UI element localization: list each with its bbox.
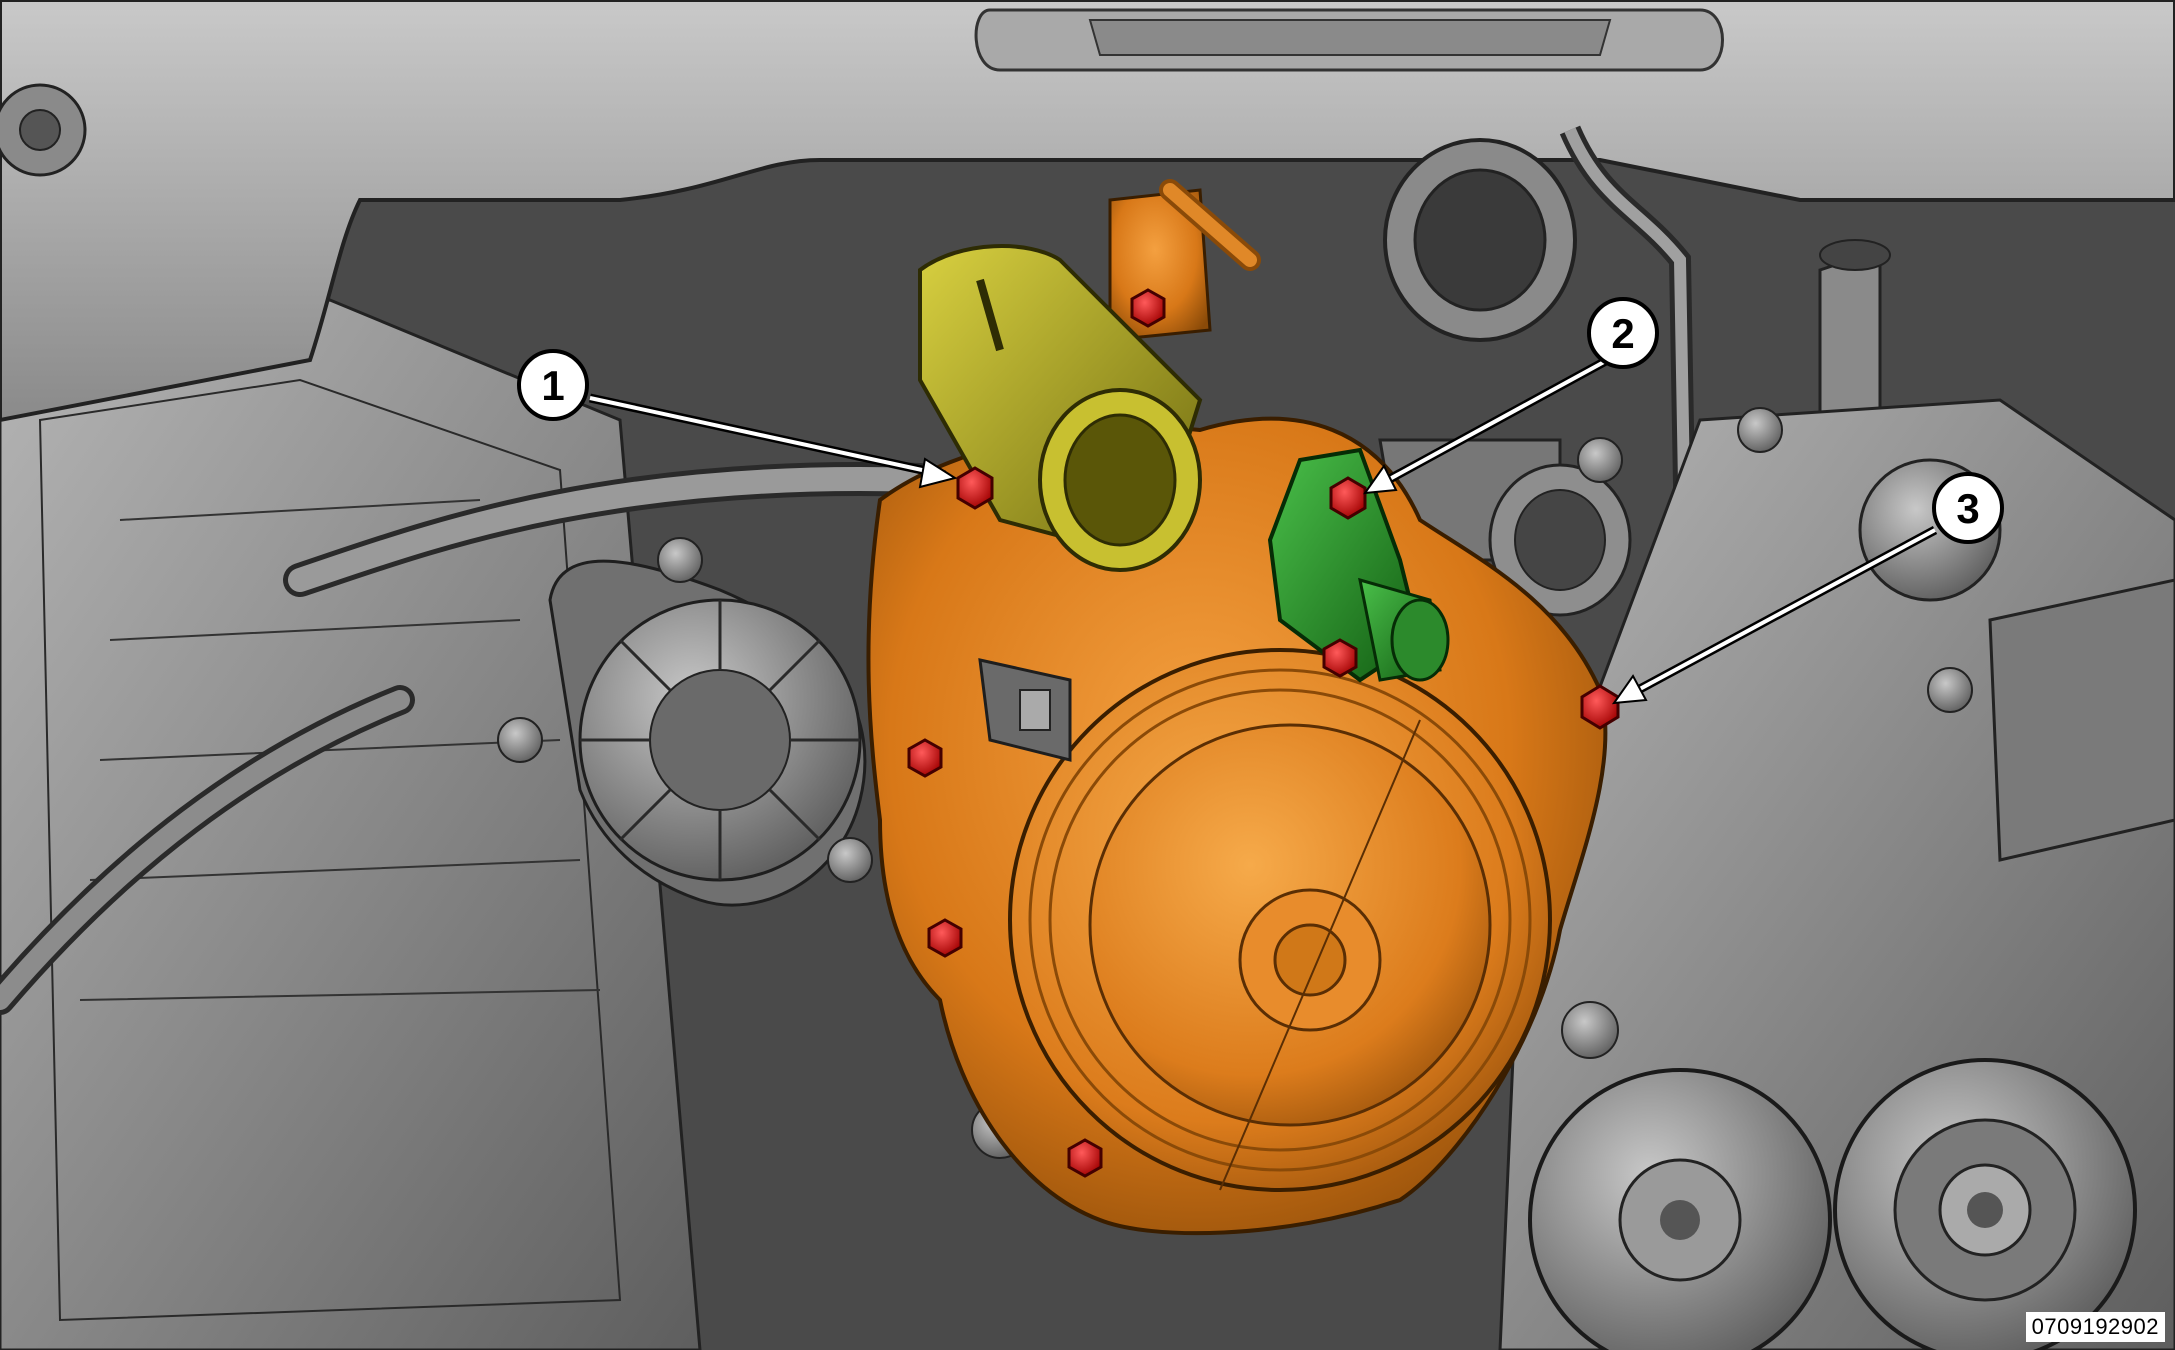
callout-2-number: 2 [1611,310,1634,357]
water-pump-pulley [1008,648,1552,1192]
bolt-left-upper [907,738,943,778]
bolt-center [1322,638,1358,678]
water-pump-location-diagram: 1 2 3 [0,0,2175,1350]
callout-1: 1 [517,349,589,421]
callout-2: 2 [1587,297,1659,369]
bolt-2 [1329,476,1367,520]
bolt-3 [1580,684,1620,730]
bolt-top [1130,288,1166,328]
callout-3-number: 3 [1956,485,1979,532]
bolt-bottom [1067,1138,1103,1178]
bolt-left-lower [927,918,963,958]
figure-id-label: 0709192902 [2025,1312,2165,1342]
bolt-1 [956,466,994,510]
timing-cover [0,298,702,1350]
callout-3: 3 [1932,472,2004,544]
callout-1-number: 1 [541,362,564,409]
